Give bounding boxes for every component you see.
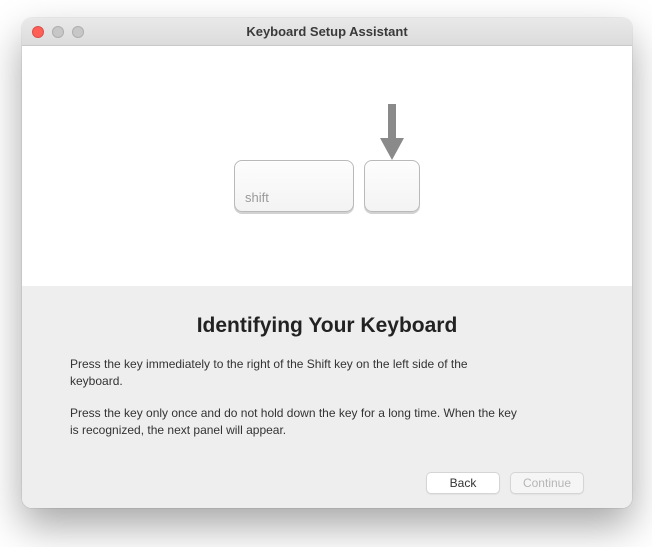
minimize-icon — [52, 26, 64, 38]
instruction-paragraph-1: Press the key immediately to the right o… — [70, 356, 520, 391]
titlebar: Keyboard Setup Assistant — [22, 18, 632, 46]
illustration-area: shift — [22, 46, 632, 286]
zoom-icon — [72, 26, 84, 38]
close-icon[interactable] — [32, 26, 44, 38]
traffic-lights — [22, 26, 84, 38]
back-button[interactable]: Back — [426, 472, 500, 494]
footer-buttons: Back Continue — [70, 462, 584, 494]
window-frame: Keyboard Setup Assistant shift Identifyi… — [22, 18, 632, 508]
arrow-down-icon — [378, 104, 406, 166]
shift-key-graphic: shift — [234, 160, 354, 212]
instruction-paragraph-2: Press the key only once and do not hold … — [70, 405, 520, 440]
window-title: Keyboard Setup Assistant — [22, 24, 632, 39]
shift-key-label: shift — [245, 190, 269, 205]
continue-button: Continue — [510, 472, 584, 494]
content-area: Identifying Your Keyboard Press the key … — [22, 286, 632, 508]
key-illustration: shift — [234, 160, 420, 212]
page-heading: Identifying Your Keyboard — [70, 314, 584, 338]
target-key-graphic — [364, 160, 420, 212]
